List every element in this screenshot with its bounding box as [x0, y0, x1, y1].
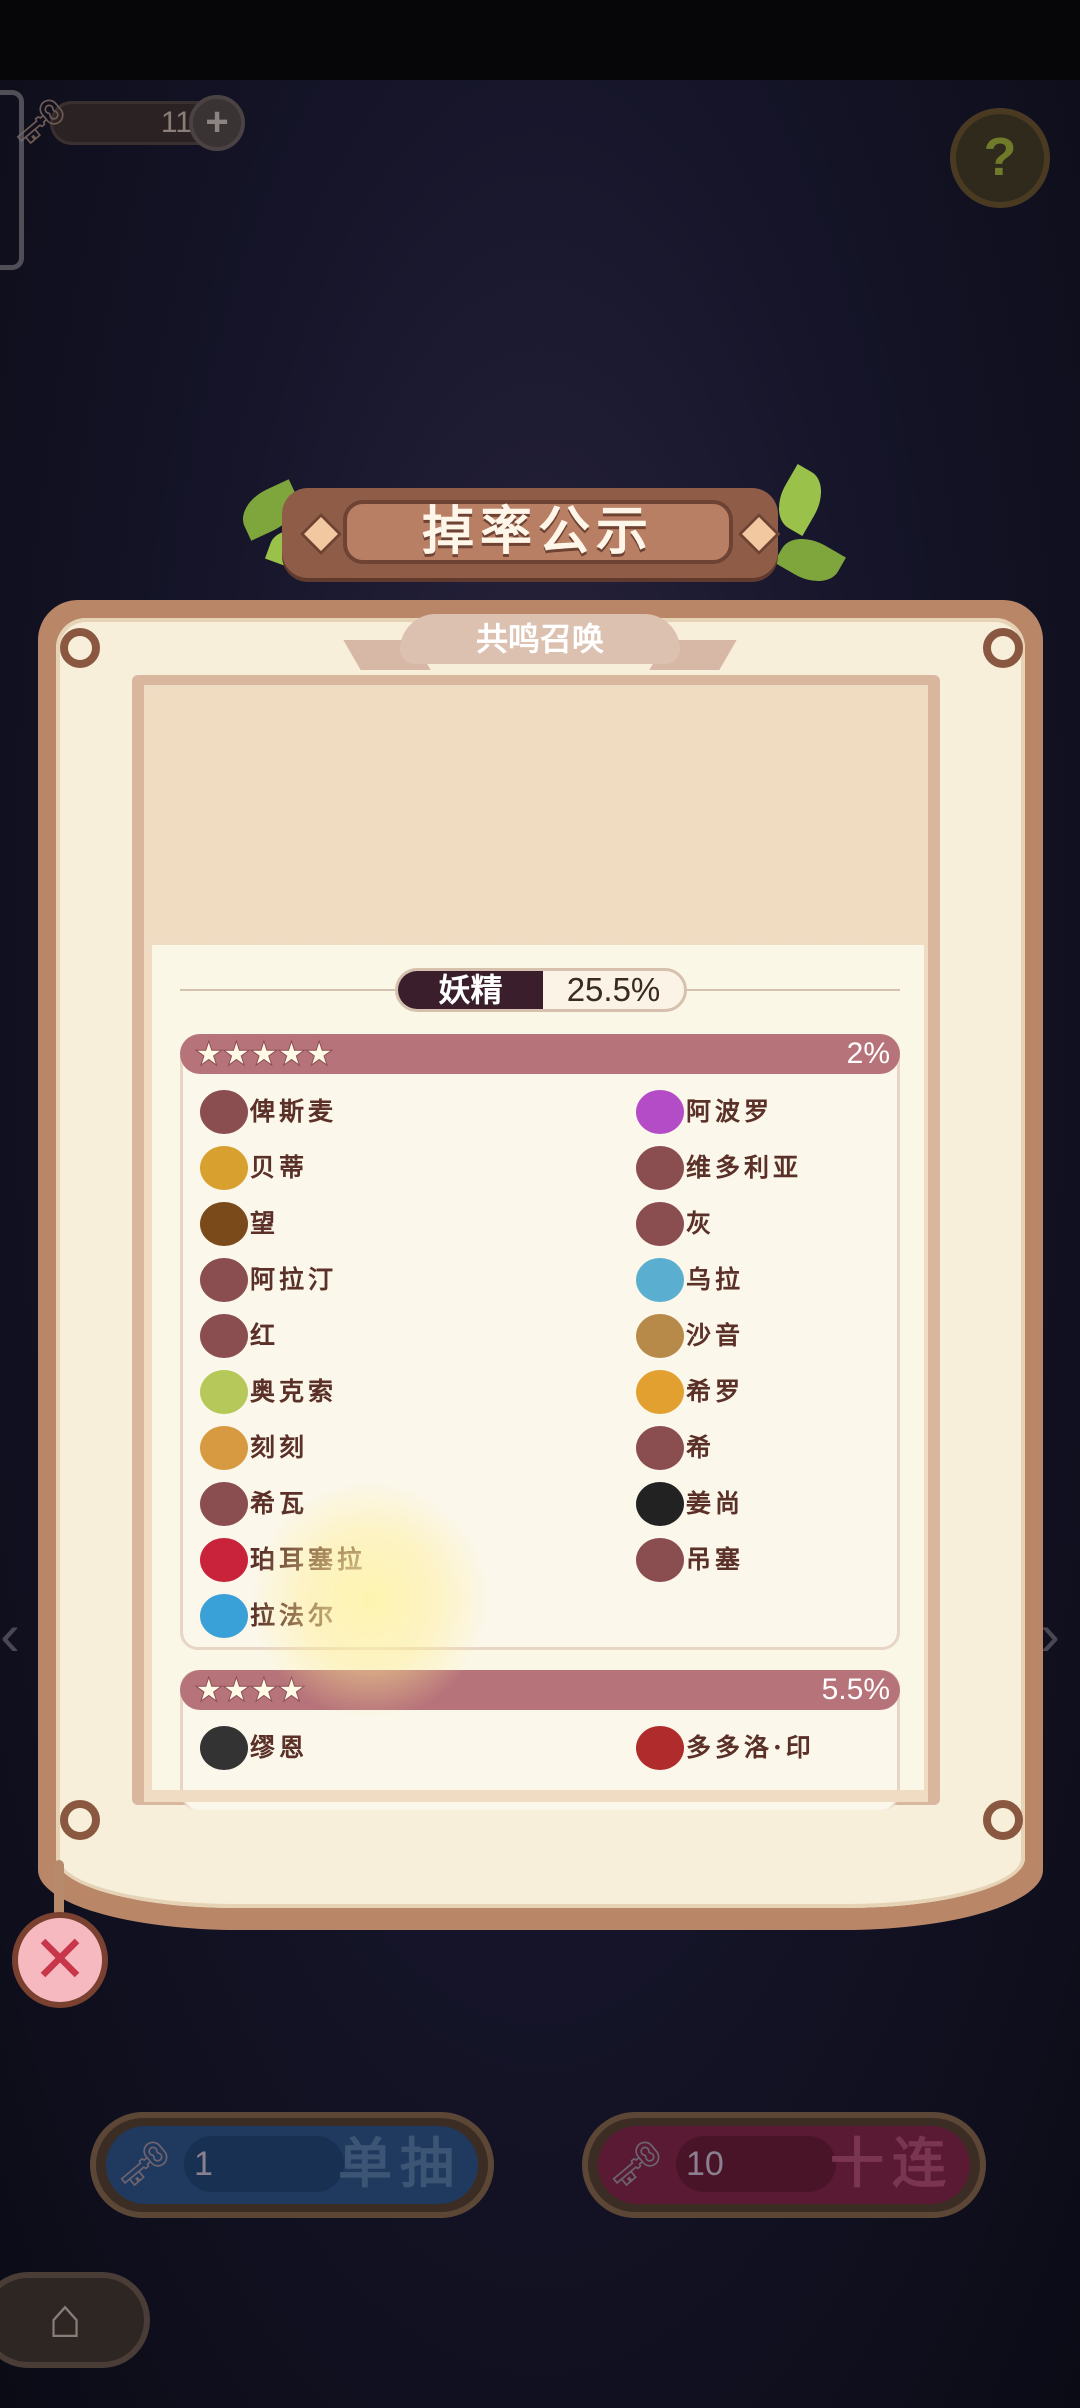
- drop-item-name: 沙音: [686, 1321, 745, 1350]
- five-star-rating-icon: ★★★★★: [194, 1035, 335, 1072]
- tile-icon: [636, 1538, 684, 1582]
- top-black-bar: [0, 0, 1080, 80]
- birdcage-icon: [636, 1314, 684, 1358]
- scissors-icon: [200, 1146, 248, 1190]
- chevron-right-icon[interactable]: ›: [1040, 1600, 1080, 1670]
- drop-item-name: 希罗: [686, 1377, 745, 1406]
- crown-icon: [636, 1370, 684, 1414]
- drop-item-name: 吊塞: [686, 1545, 745, 1574]
- drop-item-name: 灰: [686, 1209, 716, 1238]
- dice-icon: [200, 1538, 248, 1582]
- bottle-icon: [636, 1258, 684, 1302]
- key-currency-bar: 🗝 11 +: [10, 95, 245, 151]
- mirror-icon: [200, 1594, 248, 1638]
- drop-item-name: 多多洛·印: [686, 1733, 815, 1762]
- drop-item-name: 望: [250, 1209, 280, 1238]
- telescope-icon: [200, 1202, 248, 1246]
- blob-icon: [200, 1482, 248, 1526]
- category-name: 妖精: [398, 971, 543, 1009]
- list-bottom-edge: [144, 1790, 928, 1802]
- single-pull-label: 单抽: [338, 2134, 462, 2194]
- drop-item: 姜尚: [636, 1478, 966, 1530]
- drop-item: 乌拉: [636, 1254, 966, 1306]
- home-icon: ⌂: [48, 2286, 82, 2349]
- tier-rate: 2%: [846, 1037, 890, 1070]
- drop-item-name: 刻刻: [250, 1433, 309, 1462]
- key-icon: 🗝: [608, 2140, 664, 2189]
- dialog-title: 掉率公示: [421, 503, 654, 561]
- purple-gem-icon: [636, 1090, 684, 1134]
- help-button[interactable]: ?: [950, 108, 1050, 208]
- sparkle-glow: [250, 1480, 490, 1720]
- corner-ornament-icon: [983, 628, 1023, 668]
- drop-item: 贝蒂: [200, 1142, 530, 1194]
- pocket-watch-icon: [200, 1426, 248, 1470]
- single-pull-button[interactable]: 🗝 1 单抽: [90, 2112, 494, 2218]
- ten-pull-cost: 10: [676, 2136, 836, 2192]
- drop-item: 红: [200, 1310, 530, 1362]
- drop-item: 吊塞: [636, 1534, 966, 1586]
- home-button[interactable]: ⌂: [0, 2272, 150, 2368]
- bag-icon: [200, 1314, 248, 1358]
- blob-icon: [200, 1090, 248, 1134]
- drop-item-name: 奥克索: [250, 1377, 338, 1406]
- ten-pull-button[interactable]: 🗝 10 十连: [582, 2112, 986, 2218]
- ten-pull-label: 十连: [830, 2134, 954, 2194]
- close-rope: [54, 1860, 64, 1920]
- drop-item: 沙音: [636, 1310, 966, 1362]
- close-button[interactable]: ✕: [12, 1912, 108, 2008]
- drop-item-name: 乌拉: [686, 1265, 745, 1294]
- banner-area: [150, 690, 924, 935]
- drop-item: 俾斯麦: [200, 1086, 530, 1138]
- drop-item-name: 维多利亚: [686, 1153, 803, 1182]
- drop-item-name: 俾斯麦: [250, 1097, 338, 1126]
- silhouette-icon: [200, 1258, 248, 1302]
- drop-item: 奥克索: [200, 1366, 530, 1418]
- key-icon: 🗝: [116, 2140, 172, 2189]
- blob-icon: [636, 1146, 684, 1190]
- drop-item-name: 贝蒂: [250, 1153, 309, 1182]
- yin-yang-icon: [636, 1482, 684, 1526]
- drop-item: 望: [200, 1198, 530, 1250]
- add-keys-button[interactable]: +: [189, 95, 245, 151]
- drop-item-name: 姜尚: [686, 1489, 745, 1518]
- drop-item-name: 阿拉汀: [250, 1265, 338, 1294]
- drop-item-name: 阿波罗: [686, 1097, 774, 1126]
- key-icon: [636, 1426, 684, 1470]
- side-frame-edge: [0, 90, 24, 270]
- drop-item: 希罗: [636, 1366, 966, 1418]
- silhouette-icon: [636, 1202, 684, 1246]
- corner-ornament-icon: [983, 1800, 1023, 1840]
- single-pull-cost: 1: [184, 2136, 344, 2192]
- category-rate: 25.5%: [566, 971, 661, 1008]
- drop-item: 刻刻: [200, 1422, 530, 1474]
- drop-item: 多多洛·印: [636, 1722, 966, 1774]
- drop-item-name: 希: [686, 1433, 716, 1462]
- corner-ornament-icon: [60, 1800, 100, 1840]
- tier-rate: 5.5%: [821, 1673, 890, 1706]
- pinwheel-icon: [200, 1370, 248, 1414]
- drop-item: 希: [636, 1422, 966, 1474]
- drop-item: 缪恩: [200, 1722, 530, 1774]
- category-pill: 妖精 25.5%: [395, 968, 687, 1012]
- drop-item: 阿波罗: [636, 1086, 966, 1138]
- tier-5star-header: ★★★★★ 2%: [180, 1034, 900, 1074]
- drop-item: 维多利亚: [636, 1142, 966, 1194]
- drop-item: 灰: [636, 1198, 966, 1250]
- drop-item: 阿拉汀: [200, 1254, 530, 1306]
- corner-ornament-icon: [60, 628, 100, 668]
- key-count: 11: [160, 106, 192, 139]
- chess-king-icon: [200, 1726, 248, 1770]
- drop-item-name: 红: [250, 1321, 280, 1350]
- drop-item-name: 缪恩: [250, 1733, 309, 1762]
- dialog-subtitle: 共鸣召唤: [400, 614, 680, 664]
- ladle-icon: [636, 1726, 684, 1770]
- chevron-left-icon[interactable]: ‹: [0, 1600, 40, 1670]
